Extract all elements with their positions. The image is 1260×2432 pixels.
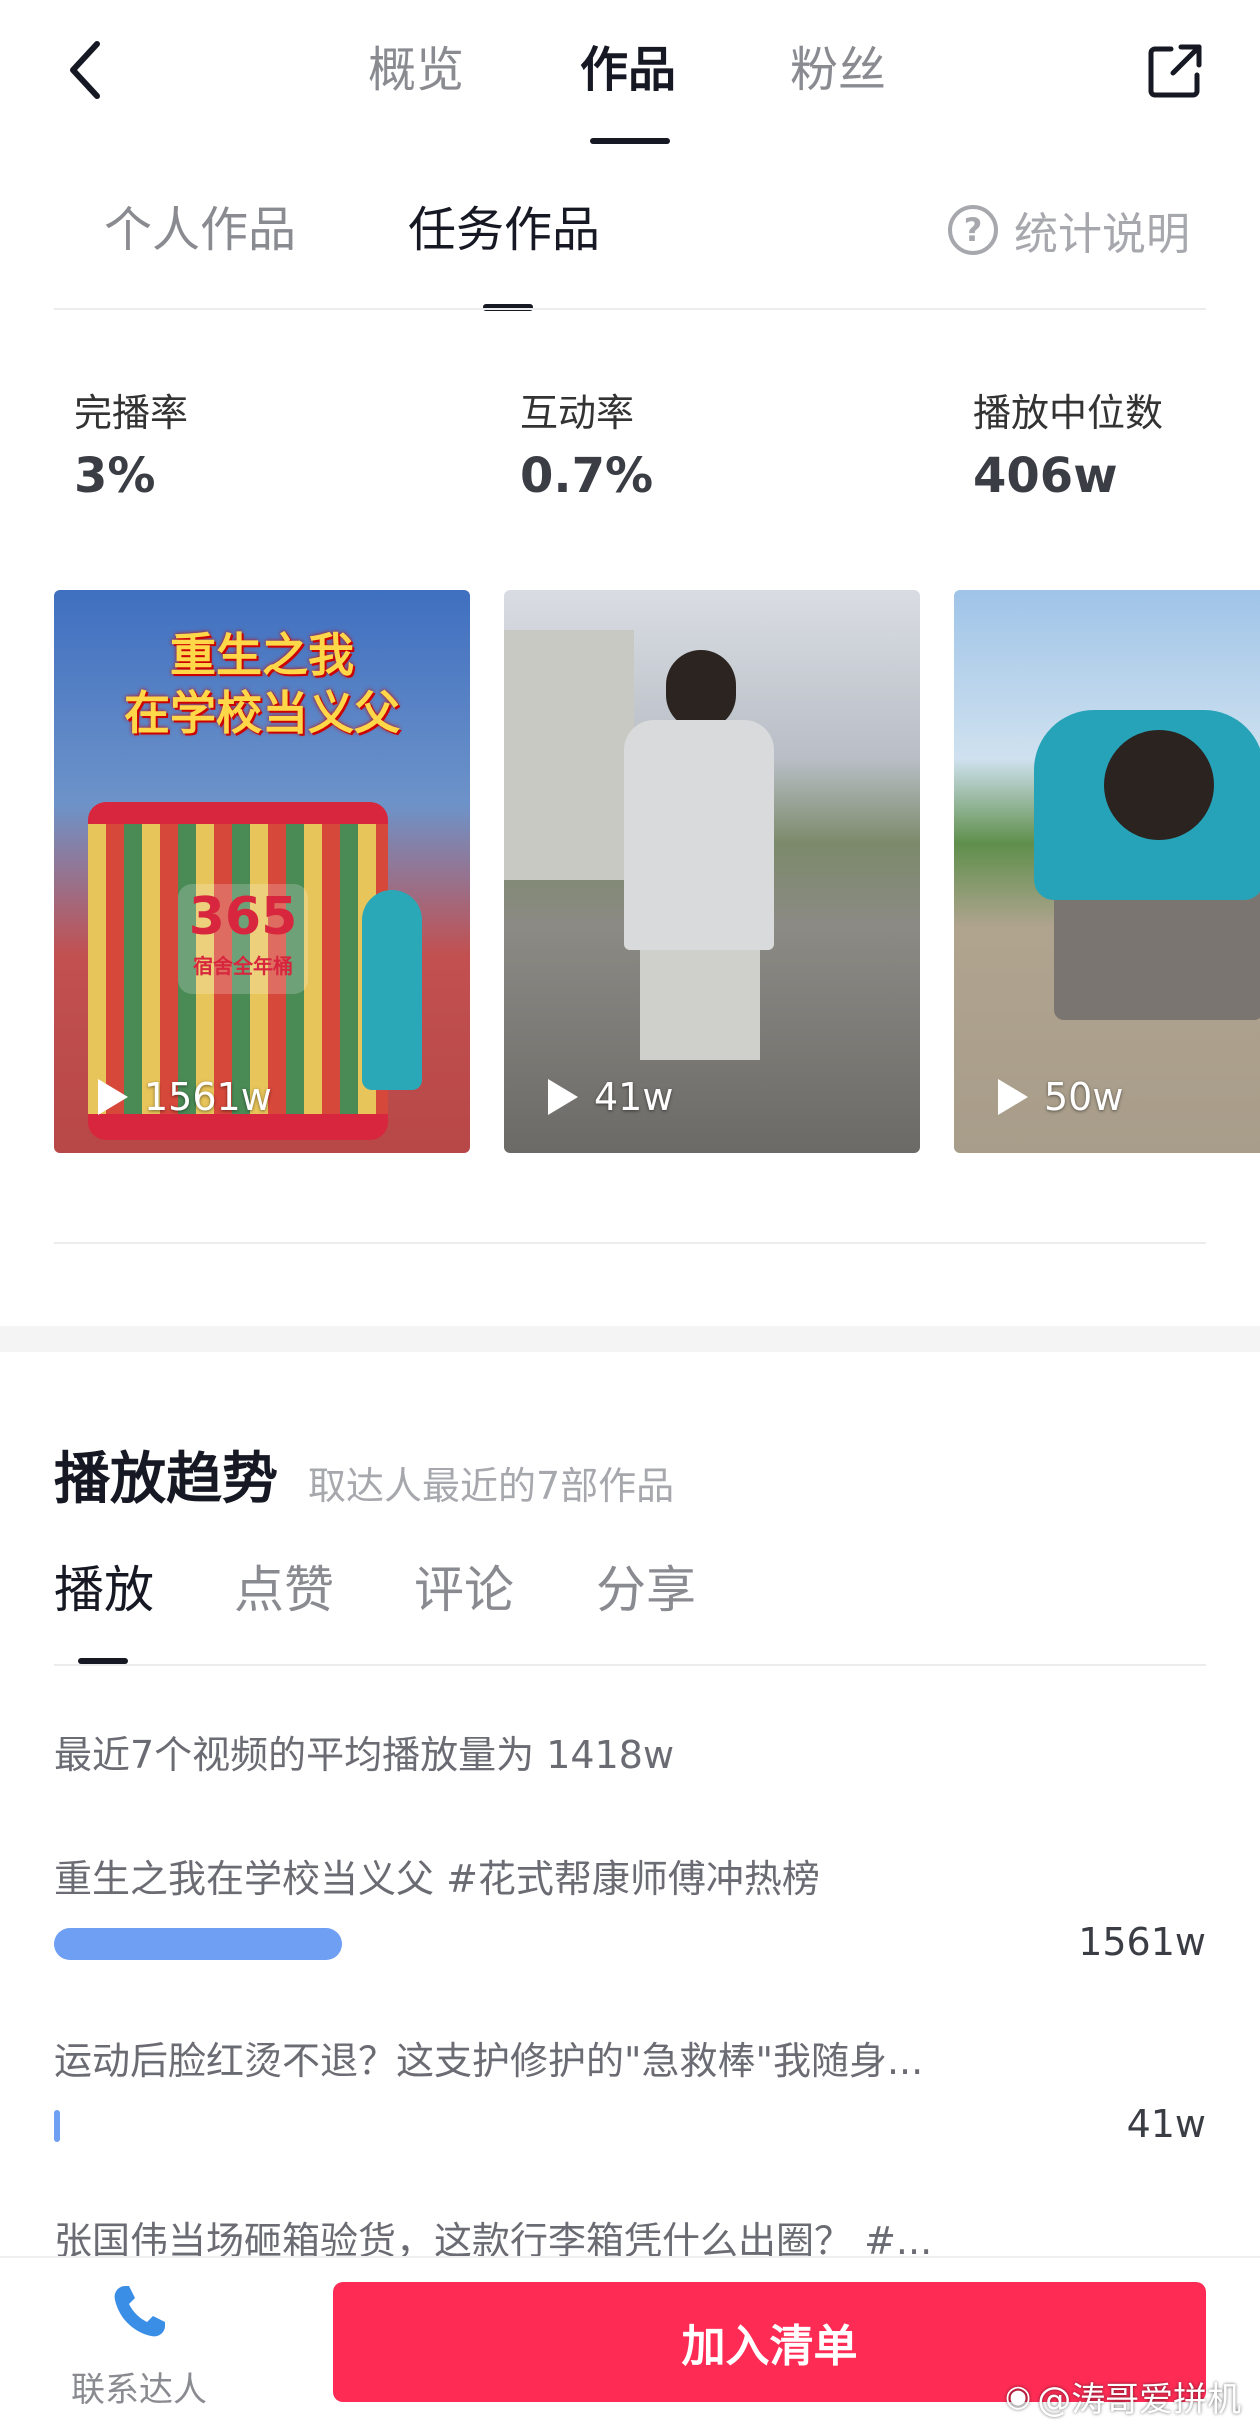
trend-row-value: 1561w bbox=[1078, 1920, 1206, 1964]
chevron-left-icon bbox=[70, 41, 100, 99]
video-thumbnail-2[interactable]: 41w bbox=[504, 590, 920, 1153]
play-icon bbox=[548, 1079, 578, 1115]
suitcase bbox=[1054, 890, 1260, 1020]
tab-overview[interactable]: 概览 bbox=[368, 30, 464, 110]
trend-row-bar bbox=[54, 1928, 1054, 1960]
stats-help-link[interactable]: ? 统计说明 bbox=[948, 190, 1190, 270]
section-separator bbox=[0, 1326, 1260, 1352]
question-circle-icon: ? bbox=[948, 205, 998, 255]
trend-row-value: 41w bbox=[1126, 2102, 1206, 2146]
stats-help-label: 统计说明 bbox=[1014, 209, 1190, 260]
badge-number: 365 bbox=[188, 887, 298, 947]
interaction-rate-value: 0.7% bbox=[520, 448, 654, 504]
trend-row-title[interactable]: 运动后脸红烫不退？这支护修护的"急救棒"我随身... bbox=[54, 2030, 923, 2085]
subtab-task-works[interactable]: 任务作品 bbox=[408, 190, 600, 270]
video-view-count: 1561w bbox=[144, 1075, 272, 1119]
trend-bar-fill bbox=[54, 2110, 60, 2142]
metric-tab-likes[interactable]: 点赞 bbox=[234, 1550, 334, 1622]
play-icon bbox=[998, 1079, 1028, 1115]
share-button[interactable] bbox=[1140, 36, 1210, 106]
tab-fans[interactable]: 粉丝 bbox=[790, 30, 886, 110]
trend-bar-fill bbox=[54, 1928, 342, 1960]
subtab-personal-works[interactable]: 个人作品 bbox=[104, 190, 296, 270]
video-thumbnail-1[interactable]: 重生之我 在学校当义父 365 宿舍全年桶 1561w bbox=[54, 590, 470, 1153]
video-overlay-title-line2: 在学校当义父 bbox=[124, 686, 400, 740]
watermark: ◉ @涛哥爱拼机 bbox=[1005, 2372, 1241, 2421]
divider bbox=[54, 1664, 1206, 1666]
average-views-text: 最近7个视频的平均播放量为 1418w bbox=[54, 1733, 675, 1777]
weibo-icon: ◉ bbox=[1005, 2379, 1032, 2414]
contact-creator-button[interactable]: 联系达人 bbox=[64, 2280, 214, 2411]
video-thumbnail-3[interactable]: 50w bbox=[954, 590, 1260, 1153]
divider bbox=[54, 308, 1206, 310]
interaction-rate-label: 互动率 bbox=[520, 391, 635, 435]
active-tab-indicator bbox=[590, 138, 670, 144]
median-views-label: 播放中位数 bbox=[973, 391, 1164, 435]
trend-row-bar bbox=[54, 2110, 1054, 2142]
metric-tab-shares[interactable]: 分享 bbox=[596, 1550, 696, 1622]
metric-tab-plays[interactable]: 播放 bbox=[54, 1550, 154, 1622]
watermark-text: @涛哥爱拼机 bbox=[1037, 2380, 1242, 2420]
video-overlay-title-line1: 重生之我 bbox=[170, 628, 354, 682]
play-icon bbox=[98, 1079, 128, 1115]
external-link-icon bbox=[1148, 44, 1202, 98]
video-view-count: 50w bbox=[1044, 1075, 1124, 1119]
video-view-count: 41w bbox=[594, 1075, 674, 1119]
tab-works[interactable]: 作品 bbox=[580, 30, 676, 110]
badge-subtitle: 宿舍全年桶 bbox=[193, 954, 293, 978]
completion-rate-value: 3% bbox=[74, 448, 156, 504]
trend-row-title[interactable]: 重生之我在学校当义父 #花式帮康师傅冲热榜 bbox=[54, 1848, 820, 1903]
metric-tab-comments[interactable]: 评论 bbox=[414, 1550, 514, 1622]
divider bbox=[54, 1242, 1206, 1244]
person-figure bbox=[362, 890, 422, 1090]
person-figure bbox=[614, 650, 784, 1100]
contact-creator-label: 联系达人 bbox=[71, 2370, 207, 2410]
back-button[interactable] bbox=[50, 30, 120, 110]
phone-icon bbox=[114, 2286, 165, 2337]
median-views-value: 406w bbox=[973, 448, 1118, 504]
trend-subtitle: 取达人最近的7部作品 bbox=[308, 1464, 675, 1508]
completion-rate-label: 完播率 bbox=[74, 391, 189, 435]
trend-title: 播放趋势 bbox=[54, 1447, 278, 1512]
